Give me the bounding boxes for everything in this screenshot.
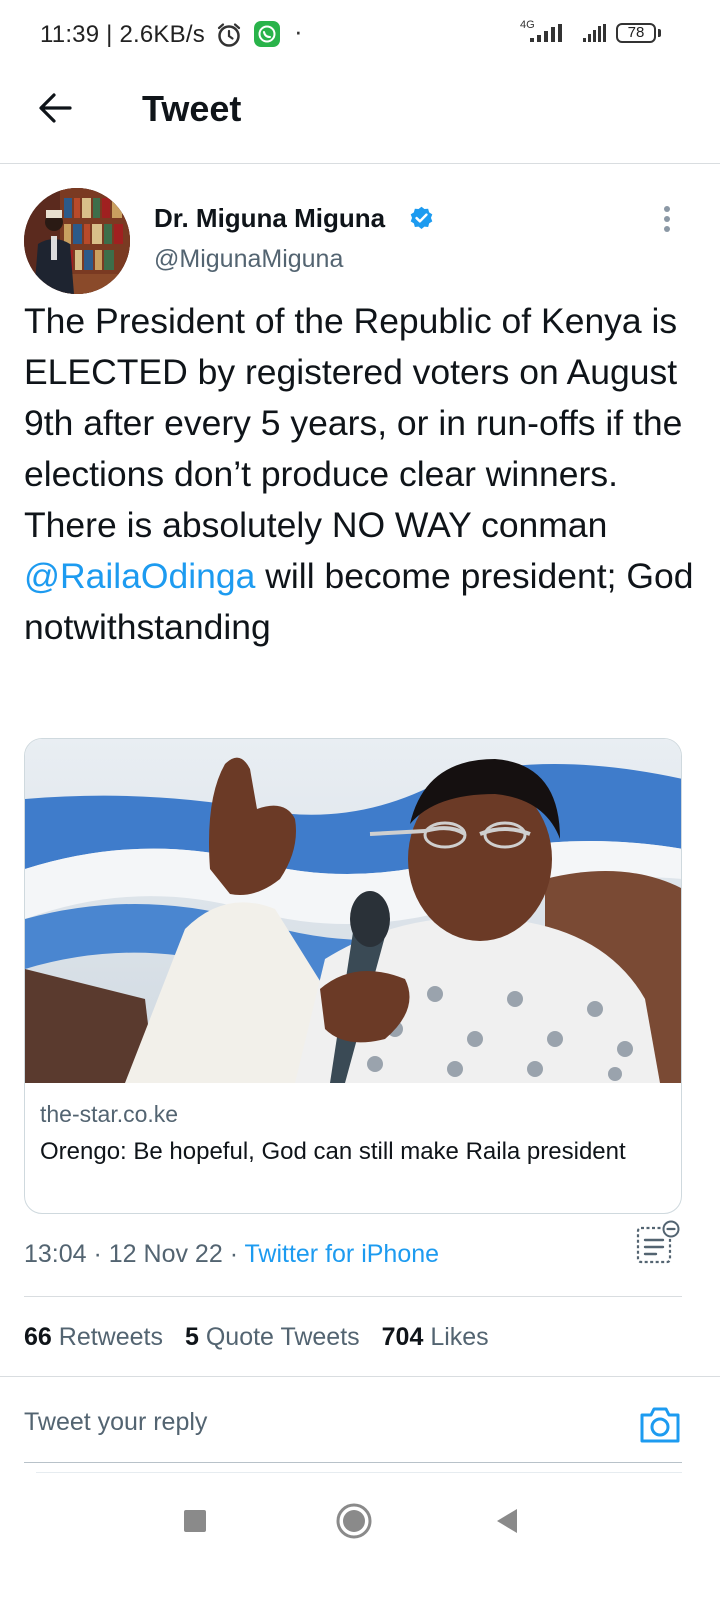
avatar[interactable] <box>24 188 130 294</box>
mention-link[interactable]: @RailaOdinga <box>24 556 255 596</box>
timestamp-text: 13:04 · 12 Nov 22 · <box>24 1240 245 1268</box>
notes-icon[interactable] <box>634 1220 682 1266</box>
divider <box>0 1376 720 1377</box>
home-button[interactable] <box>336 1503 372 1539</box>
likes-stat[interactable]: 704 Likes <box>382 1323 489 1351</box>
retweets-count: 66 <box>24 1323 52 1351</box>
signal-icon <box>530 24 562 42</box>
card-title: Orengo: Be hopeful, God can still make R… <box>40 1138 626 1165</box>
nav-back-icon[interactable] <box>495 1507 519 1535</box>
top-app-bar <box>0 70 720 164</box>
whatsapp-icon <box>254 21 280 47</box>
alarm-icon <box>217 23 241 47</box>
back-arrow-icon[interactable] <box>36 88 76 128</box>
card-domain: the-star.co.ke <box>40 1101 179 1127</box>
quote-tweets-stat[interactable]: 5 Quote Tweets <box>185 1323 360 1351</box>
verified-badge-icon <box>410 206 433 229</box>
tweet-text-before: The President of the Republic of Kenya i… <box>24 301 683 545</box>
source-link[interactable]: Twitter for iPhone <box>245 1240 440 1268</box>
status-time-speed: 11:39 | 2.6KB/s <box>40 21 205 48</box>
quote-tweets-label: Quote Tweets <box>205 1323 360 1351</box>
author-name[interactable]: Dr. Miguna Miguna <box>154 203 385 234</box>
page-title: Tweet <box>142 88 242 129</box>
signal-icon-2 <box>583 24 606 42</box>
retweets-label: Retweets <box>58 1323 163 1351</box>
likes-count: 704 <box>381 1323 424 1351</box>
tweet-text: The President of the Republic of Kenya i… <box>24 296 696 653</box>
divider <box>24 1296 682 1297</box>
author-handle[interactable]: @MigunaMiguna <box>154 245 343 274</box>
battery-indicator: 78 <box>616 23 656 43</box>
divider <box>36 1472 682 1473</box>
notification-dot: · <box>294 16 303 46</box>
likes-label: Likes <box>430 1323 489 1351</box>
battery-tip <box>658 29 661 37</box>
tweet-timestamp: 13:04 · 12 Nov 22 · Twitter for iPhone <box>24 1240 439 1269</box>
reply-underline <box>24 1462 682 1463</box>
retweets-stat[interactable]: 66 Retweets <box>24 1323 163 1351</box>
link-preview-card[interactable]: the-star.co.ke Orengo: Be hopeful, God c… <box>24 738 682 1214</box>
card-image <box>25 739 681 1083</box>
engagement-stats: 66 Retweets 5 Quote Tweets 704 Likes <box>24 1323 511 1352</box>
quote-tweets-count: 5 <box>184 1323 199 1351</box>
reply-input[interactable]: Tweet your reply <box>24 1408 207 1437</box>
more-options-icon[interactable] <box>660 205 674 235</box>
camera-icon[interactable] <box>638 1404 682 1446</box>
recents-button[interactable] <box>184 1510 206 1532</box>
